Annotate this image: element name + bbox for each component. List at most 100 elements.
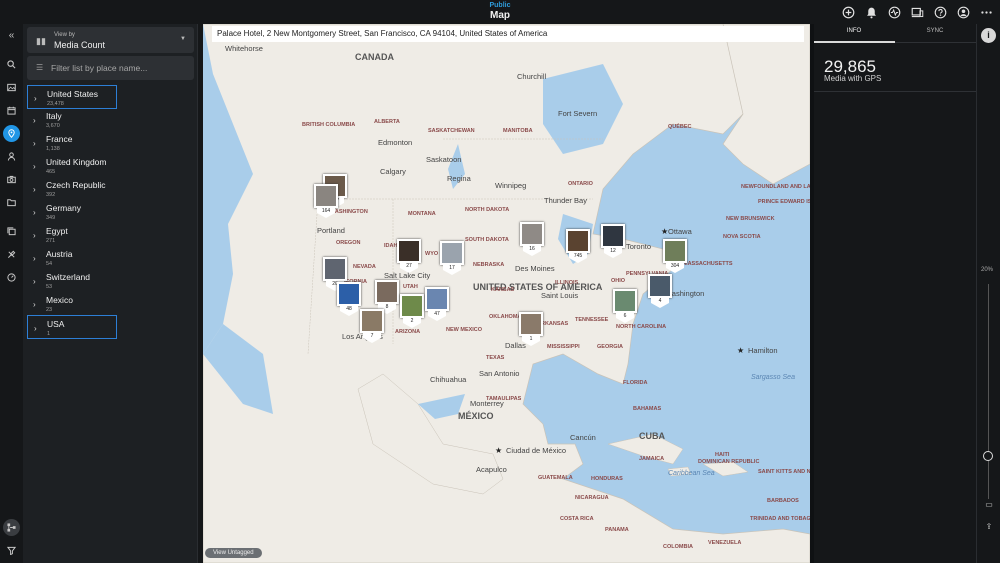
map-label-churchill: Churchill	[517, 72, 547, 81]
country-row[interactable]: › Switzerland 53	[27, 269, 117, 293]
photos-icon[interactable]	[3, 79, 20, 96]
country-row[interactable]: › France 1,138	[27, 131, 117, 155]
photo-cluster-pin[interactable]: 17	[440, 241, 464, 275]
country-count: 53	[46, 284, 53, 290]
country-name: France	[46, 134, 73, 144]
photo-cluster-pin[interactable]: 2	[400, 294, 424, 328]
map-label-tamaulipas: TAMAULIPAS	[486, 396, 522, 402]
photo-cluster-pin[interactable]: 164	[314, 184, 338, 218]
caret-down-icon: ▼	[180, 36, 186, 42]
country-name: Italy	[46, 111, 62, 121]
panel-layout-icon[interactable]: ▭	[983, 500, 995, 512]
tab-sync[interactable]: SYNC	[895, 28, 975, 34]
more-icon[interactable]	[978, 4, 994, 20]
photo-cluster-pin[interactable]: 745	[566, 229, 590, 263]
country-row[interactable]: › USA 1	[27, 315, 117, 339]
map-view[interactable]: Whitehorse CANADA Churchill Fort Severn BRIT…	[203, 24, 810, 563]
info-panel: INFO SYNC 29,865 Media with GPS	[814, 24, 976, 563]
activity-icon[interactable]	[886, 4, 902, 20]
photo-cluster-pin[interactable]: 1	[519, 312, 543, 346]
filter-icon[interactable]	[3, 542, 20, 559]
zoom-slider-handle[interactable]	[983, 451, 993, 461]
tab-info[interactable]: INFO	[814, 28, 894, 34]
photo-cluster-pin[interactable]: 48	[337, 282, 361, 316]
map-label-georgia: GEORGIA	[597, 344, 623, 350]
person-icon[interactable]	[3, 148, 20, 165]
chevron-right-icon[interactable]: ›	[33, 254, 36, 263]
map-label-nicaragua: NICARAGUA	[575, 495, 609, 501]
active-tab-indicator	[814, 41, 895, 43]
map-label-cuba: CUBA	[639, 431, 665, 441]
workflow-icon[interactable]	[3, 519, 20, 536]
country-row[interactable]: › Czech Republic 392	[27, 177, 117, 201]
photo-cluster-pin[interactable]: 47	[425, 287, 449, 321]
country-name: United States	[47, 89, 99, 99]
albums-icon[interactable]	[3, 223, 20, 240]
map-label-montana: MONTANA	[408, 211, 436, 217]
chevron-right-icon[interactable]: ›	[33, 208, 36, 217]
dashboard-icon[interactable]	[3, 269, 20, 286]
chevron-right-icon[interactable]: ›	[34, 324, 37, 333]
search-icon[interactable]	[3, 56, 20, 73]
account-icon[interactable]	[955, 4, 971, 20]
cluster-thumbnail	[425, 287, 449, 311]
view-untagged-button[interactable]: View Untagged	[205, 548, 262, 558]
chevron-right-icon[interactable]: ›	[33, 231, 36, 240]
map-label-ontario: ONTARIO	[568, 181, 593, 187]
collapse-icon[interactable]: «	[3, 27, 20, 44]
add-circle-icon[interactable]	[840, 4, 856, 20]
photo-cluster-pin[interactable]: 304	[663, 239, 687, 273]
country-row[interactable]: › Austria 54	[27, 246, 117, 270]
photo-cluster-pin[interactable]: 7	[360, 309, 384, 343]
country-row[interactable]: › Italy 3,670	[27, 108, 117, 132]
map-label-nl: NEWFOUNDLAND AND LABRADOR	[741, 184, 810, 190]
chevron-right-icon[interactable]: ›	[33, 162, 36, 171]
map-label-canada: CANADA	[355, 52, 394, 62]
chevron-right-icon[interactable]: ›	[33, 277, 36, 286]
devices-icon[interactable]	[909, 4, 925, 20]
chevron-right-icon[interactable]: ›	[33, 300, 36, 309]
map-label-arizona: ARIZONA	[395, 329, 421, 335]
folder-icon[interactable]	[3, 194, 20, 211]
country-row[interactable]: › United Kingdom 465	[27, 154, 117, 178]
map-label-saskatoon: Saskatoon	[426, 155, 462, 164]
country-count: 465	[46, 169, 56, 175]
photo-cluster-pin[interactable]: 16	[520, 222, 544, 256]
map-label-des-moines: Des Moines	[515, 264, 555, 273]
photo-cluster-pin[interactable]: 6	[613, 289, 637, 323]
chevron-right-icon[interactable]: ›	[33, 139, 36, 148]
photo-cluster-pin[interactable]: 27	[397, 239, 421, 273]
map-label-kansas: KANSAS	[491, 287, 515, 293]
photo-cluster-pin[interactable]: 4	[648, 274, 672, 308]
map-label-costa-rica: COSTA RICA	[560, 516, 594, 522]
view-by-select[interactable]: ▮▮ View by Media Count ▼	[27, 27, 194, 53]
map-pin-icon[interactable]	[3, 125, 20, 142]
map-label-bahamas: BAHAMAS	[633, 406, 662, 412]
info-icon[interactable]: i	[981, 28, 996, 43]
cluster-count: 17	[443, 264, 461, 275]
chevron-right-icon[interactable]: ›	[34, 94, 37, 103]
place-filter-input[interactable]: ☰ Filter list by place name...	[27, 56, 194, 80]
chevron-right-icon[interactable]: ›	[33, 185, 36, 194]
country-row[interactable]: › Mexico 23	[27, 292, 117, 316]
bar-chart-icon: ▮▮	[36, 36, 46, 46]
map-label-ottawa: Ottawa	[668, 227, 692, 236]
map-label-oregon: OREGON	[336, 240, 361, 246]
bell-icon[interactable]	[863, 4, 879, 20]
chevron-right-icon[interactable]: ›	[33, 116, 36, 125]
country-row[interactable]: › Germany 349	[27, 200, 117, 224]
tools-icon[interactable]	[3, 246, 20, 263]
map-label-honduras: HONDURAS	[591, 476, 623, 482]
help-icon[interactable]	[932, 4, 948, 20]
map-label-calgary: Calgary	[380, 167, 406, 176]
map-label-new-mexico: NEW MEXICO	[446, 327, 483, 333]
cluster-count: 2	[403, 317, 421, 328]
photo-cluster-pin[interactable]: 12	[601, 224, 625, 258]
country-row[interactable]: › United States 23,478	[27, 85, 117, 109]
country-row[interactable]: › Egypt 271	[27, 223, 117, 247]
camera-icon[interactable]	[3, 171, 20, 188]
export-icon[interactable]: ⇪	[983, 522, 995, 534]
cluster-thumbnail	[360, 309, 384, 333]
calendar-icon[interactable]	[3, 102, 20, 119]
zoom-slider-track[interactable]	[988, 284, 989, 499]
